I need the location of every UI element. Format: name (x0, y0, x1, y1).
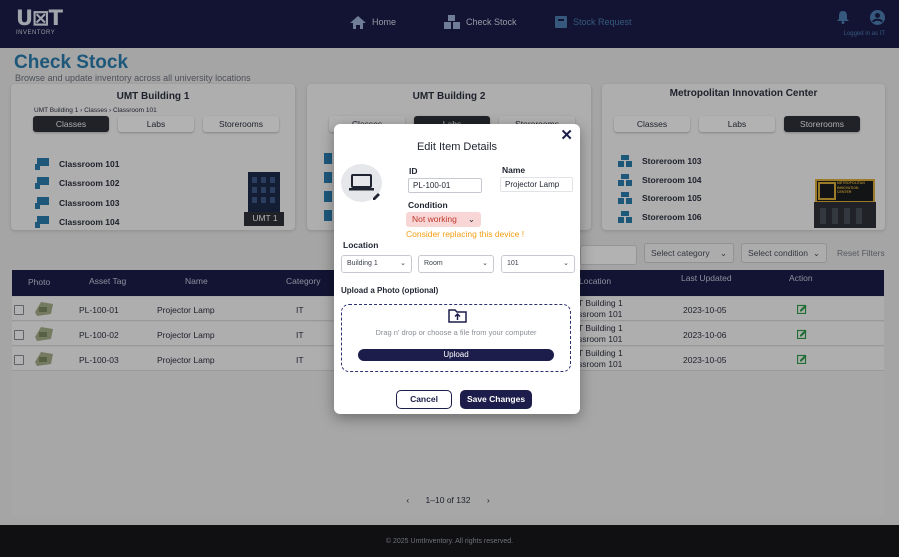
chevron-down-icon: ⌄ (482, 260, 488, 267)
condition-warning: Consider replacing this device ! (406, 229, 525, 239)
room-number-select[interactable]: 101 ⌄ (501, 255, 575, 273)
upload-button[interactable]: Upload (358, 349, 554, 361)
condition-label: Condition (408, 200, 448, 210)
chevron-down-icon: ⌄ (467, 214, 475, 224)
cancel-button[interactable]: Cancel (396, 390, 452, 409)
location-label: Location (343, 240, 379, 250)
room-select[interactable]: Room ⌄ (418, 255, 494, 273)
upload-label: Upload a Photo (optional) (341, 286, 439, 295)
name-field[interactable]: Projector Lamp (500, 177, 573, 192)
chevron-down-icon: ⌄ (400, 260, 406, 267)
dropzone-text: Drag n' drop or choose a file from your … (375, 328, 537, 337)
building-select[interactable]: Building 1 ⌄ (341, 255, 412, 273)
building-value: Building 1 (347, 260, 378, 267)
modal-title: Edit Item Details (416, 141, 498, 153)
id-label: ID (409, 166, 418, 176)
folder-upload-icon (448, 309, 467, 323)
room-number-value: 101 (507, 260, 519, 267)
chevron-down-icon: ⌄ (563, 260, 569, 267)
id-field[interactable]: PL-100-01 (408, 178, 482, 193)
edit-item-modal: ✕ Edit Item Details ID PL-100-01 Name Pr… (334, 124, 580, 414)
photo-dropzone[interactable]: Drag n' drop or choose a file from your … (341, 304, 571, 372)
name-label: Name (502, 165, 526, 175)
pencil-icon[interactable] (372, 192, 381, 201)
save-changes-button[interactable]: Save Changes (460, 390, 532, 409)
room-value: Room (424, 260, 443, 267)
condition-select[interactable]: Not working ⌄ (406, 212, 481, 227)
condition-value: Not working (412, 214, 457, 224)
